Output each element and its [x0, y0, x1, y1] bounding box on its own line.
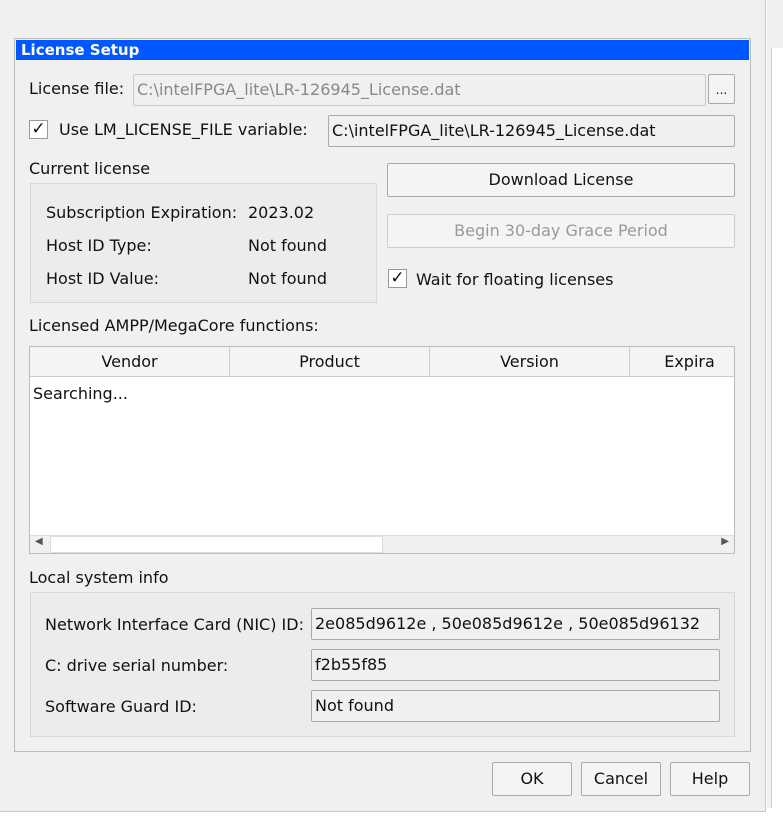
- lm-license-input[interactable]: C:\intelFPGA_lite\LR-126945_License.dat: [328, 115, 735, 147]
- host-id-value-value: Not found: [248, 269, 327, 288]
- nic-id-label: Network Interface Card (NIC) ID:: [45, 615, 304, 634]
- help-button[interactable]: Help: [670, 762, 750, 796]
- column-expiration[interactable]: Expira: [630, 347, 734, 376]
- download-license-button[interactable]: Download License: [387, 163, 735, 197]
- browse-button[interactable]: ...: [708, 74, 735, 104]
- subscription-expiration-label: Subscription Expiration:: [46, 203, 238, 222]
- dialog-title: License Setup: [16, 40, 749, 60]
- drive-serial-label: C: drive serial number:: [45, 656, 229, 675]
- host-id-value-label: Host ID Value:: [46, 269, 159, 288]
- searching-status: Searching...: [33, 384, 128, 403]
- table-header: Vendor Product Version Expira: [30, 347, 734, 377]
- wait-floating-checkbox[interactable]: ✓: [388, 269, 407, 288]
- use-lm-license-checkbox[interactable]: ✓: [29, 120, 48, 139]
- scroll-left-icon[interactable]: ◀: [35, 536, 43, 547]
- license-setup-window: License Setup License file: C:\intelFPGA…: [0, 0, 766, 812]
- nic-id-field[interactable]: 2e085d9612e , 50e085d9612e , 50e085d9613…: [311, 608, 720, 640]
- scroll-right-icon[interactable]: ▶: [721, 536, 729, 547]
- license-file-label: License file:: [29, 79, 125, 98]
- host-id-type-label: Host ID Type:: [46, 236, 152, 255]
- ok-button[interactable]: OK: [492, 762, 572, 796]
- software-guard-field[interactable]: Not found: [311, 690, 720, 722]
- host-id-type-value: Not found: [248, 236, 327, 255]
- local-info-heading: Local system info: [29, 568, 169, 587]
- current-license-group: Subscription Expiration: 2023.02 Host ID…: [30, 183, 377, 303]
- functions-heading: Licensed AMPP/MegaCore functions:: [29, 316, 319, 335]
- background-window: [767, 0, 783, 820]
- cancel-button[interactable]: Cancel: [581, 762, 661, 796]
- subscription-expiration-value: 2023.02: [248, 203, 315, 222]
- scrollbar-thumb[interactable]: [50, 536, 383, 553]
- horizontal-scrollbar[interactable]: ◀ ▶: [30, 535, 734, 553]
- functions-table: Vendor Product Version Expira Searching.…: [29, 346, 735, 554]
- column-vendor[interactable]: Vendor: [30, 347, 230, 376]
- local-info-group: Network Interface Card (NIC) ID: 2e085d9…: [30, 592, 735, 737]
- wait-floating-label: Wait for floating licenses: [416, 270, 614, 289]
- drive-serial-field[interactable]: f2b55f85: [311, 649, 720, 681]
- license-file-input[interactable]: C:\intelFPGA_lite\LR-126945_License.dat: [133, 74, 706, 106]
- current-license-heading: Current license: [29, 159, 151, 178]
- software-guard-label: Software Guard ID:: [45, 697, 197, 716]
- column-product[interactable]: Product: [230, 347, 430, 376]
- grace-period-button[interactable]: Begin 30-day Grace Period: [387, 214, 735, 248]
- use-lm-license-label: Use LM_LICENSE_FILE variable:: [59, 120, 308, 139]
- column-version[interactable]: Version: [430, 347, 630, 376]
